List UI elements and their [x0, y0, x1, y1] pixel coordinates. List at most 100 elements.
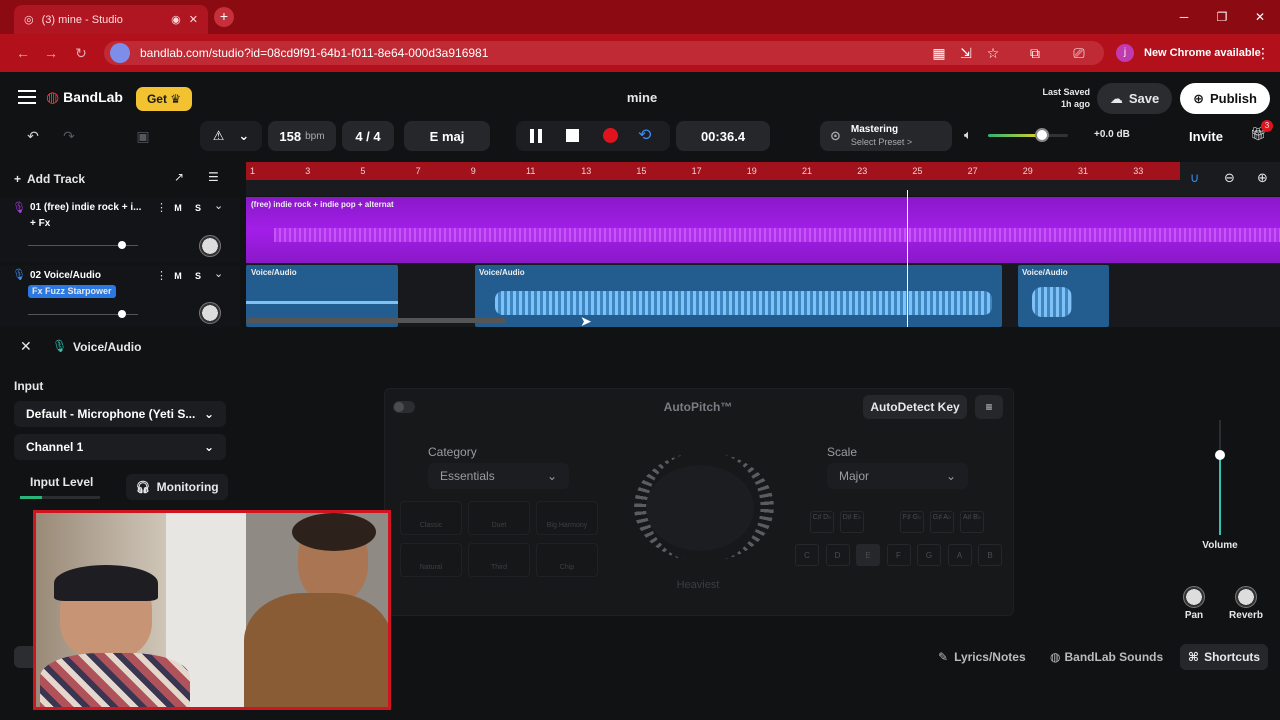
- pause-icon[interactable]: [530, 129, 542, 143]
- track-2-name[interactable]: 02 Voice/Audio: [30, 270, 101, 281]
- cast-icon[interactable]: ⎚: [1070, 44, 1088, 62]
- time-signature-field[interactable]: 4 / 4: [342, 121, 394, 151]
- window-close-icon[interactable]: ✕: [1250, 7, 1270, 27]
- mixer-icon[interactable]: ☰: [208, 170, 219, 184]
- publish-button[interactable]: ⊕ Publish: [1180, 83, 1270, 114]
- automation-icon[interactable]: ↗: [174, 170, 184, 184]
- note-button-top[interactable]: A♯ B♭: [960, 511, 984, 533]
- reverb-knob[interactable]: [1235, 586, 1257, 608]
- stop-icon[interactable]: [566, 129, 579, 142]
- new-chrome-available[interactable]: New Chrome available: [1144, 41, 1261, 65]
- track-1-pan-knob[interactable]: [199, 235, 221, 257]
- track-1-clip[interactable]: [246, 197, 1280, 263]
- browser-menu-icon[interactable]: ⋮: [1254, 44, 1272, 62]
- horizontal-scrollbar[interactable]: [246, 318, 506, 323]
- browser-tab[interactable]: ◎ (3) mine - Studio ◉ ✕: [14, 5, 208, 34]
- track-1-more-icon[interactable]: ⋮: [156, 201, 167, 214]
- chevron-down-icon[interactable]: ⌄: [238, 128, 249, 144]
- reader-icon[interactable]: ▦: [930, 44, 948, 62]
- key-field[interactable]: E maj: [404, 121, 490, 151]
- tab-close-icon[interactable]: ✕: [189, 13, 198, 26]
- voice-clip-2[interactable]: [475, 265, 1002, 327]
- close-editor-icon[interactable]: ✕: [20, 338, 32, 355]
- minimize-icon[interactable]: ─: [1174, 7, 1194, 27]
- category-select[interactable]: Essentials ⌄: [428, 463, 569, 489]
- shortcuts-button[interactable]: ⌘ Shortcuts: [1180, 644, 1268, 670]
- track-1-volume-thumb[interactable]: [117, 241, 126, 249]
- undo-icon[interactable]: ↶: [18, 121, 48, 151]
- track-1-mute[interactable]: M: [170, 201, 186, 215]
- url-input[interactable]: bandlab.com/studio?id=08cd9f91-64b1-f011…: [104, 41, 1104, 65]
- track-2-volume-thumb[interactable]: [117, 310, 126, 318]
- track-2-expand-icon[interactable]: ⌄: [214, 267, 223, 280]
- master-volume-slider[interactable]: [988, 134, 1068, 137]
- project-title[interactable]: mine: [600, 90, 684, 105]
- preset-duet[interactable]: Duet: [468, 501, 530, 535]
- preset-third[interactable]: Third: [468, 543, 530, 577]
- note-button-c[interactable]: C: [795, 544, 819, 566]
- strength-knob[interactable]: [646, 465, 754, 551]
- track-1-name[interactable]: 01 (free) indie rock + i...: [30, 202, 148, 213]
- input-device-select[interactable]: Default - Microphone (Yeti S... ⌄: [14, 401, 226, 427]
- preset-natural[interactable]: Natural: [400, 543, 462, 577]
- tempo-field[interactable]: 158 bpm: [268, 121, 336, 151]
- note-button-e[interactable]: E: [856, 544, 880, 566]
- new-tab-button[interactable]: +: [214, 7, 234, 27]
- site-info-icon[interactable]: [110, 43, 130, 63]
- bandlab-sounds-button[interactable]: ◍ BandLab Sounds: [1050, 650, 1163, 664]
- track-2-mute[interactable]: M: [170, 269, 186, 283]
- note-button-top[interactable]: F♯ G♭: [900, 511, 924, 533]
- track-1-fx[interactable]: + Fx: [30, 218, 50, 229]
- menu-icon[interactable]: [18, 90, 36, 92]
- reload-icon[interactable]: ↻: [72, 44, 90, 62]
- track-1-expand-icon[interactable]: ⌄: [214, 199, 223, 212]
- preset-classic[interactable]: Classic: [400, 501, 462, 535]
- zoom-in-icon[interactable]: ⊕: [1257, 170, 1268, 186]
- get-membership-button[interactable]: Get ♛: [136, 87, 192, 111]
- speaker-icon[interactable]: 🔈︎: [964, 127, 972, 143]
- extensions-icon[interactable]: ⧉: [1026, 44, 1044, 62]
- redo-icon[interactable]: ↷: [54, 121, 84, 151]
- track-2-more-icon[interactable]: ⋮: [156, 269, 167, 282]
- metronome-control[interactable]: ⚠ ⌄: [200, 121, 262, 151]
- maximize-icon[interactable]: ❐: [1212, 7, 1232, 27]
- master-volume-thumb[interactable]: [1034, 128, 1049, 142]
- playhead[interactable]: [907, 190, 908, 327]
- snap-magnet-icon[interactable]: ∪: [1190, 170, 1200, 186]
- install-icon[interactable]: ⇲: [957, 44, 975, 62]
- note-button-top[interactable]: D♯ E♭: [840, 511, 864, 533]
- preset-chip[interactable]: Chip: [536, 543, 598, 577]
- note-button-d[interactable]: D: [825, 544, 850, 566]
- zoom-out-icon[interactable]: ⊖: [1224, 170, 1235, 186]
- scale-select[interactable]: Major ⌄: [827, 463, 968, 489]
- loop-icon[interactable]: ⟲: [638, 125, 651, 145]
- track-2-fx[interactable]: Fx Fuzz Starpower: [28, 285, 116, 298]
- record-icon[interactable]: [603, 128, 618, 143]
- bandlab-logo[interactable]: ◍ BandLab: [46, 88, 123, 106]
- autodetect-key-button[interactable]: AutoDetect Key: [863, 395, 967, 419]
- note-button-g[interactable]: G: [917, 544, 941, 566]
- save-button[interactable]: ☁ Save: [1097, 83, 1172, 114]
- back-icon[interactable]: ←: [14, 44, 32, 62]
- preset-big-harmony[interactable]: Big Harmony: [536, 501, 598, 535]
- note-button-top[interactable]: G♯ A♭: [930, 511, 954, 533]
- volume-fader-thumb[interactable]: [1215, 450, 1225, 460]
- note-button-top[interactable]: C♯ D♭: [810, 511, 834, 533]
- track-2-solo[interactable]: S: [190, 269, 206, 283]
- metronome-icon[interactable]: ⚠: [213, 128, 225, 144]
- save-version-icon[interactable]: ▣: [128, 121, 158, 151]
- autopitch-toggle[interactable]: [393, 401, 415, 413]
- monitoring-button[interactable]: 🎧︎ Monitoring: [126, 474, 228, 500]
- note-button-f[interactable]: F: [886, 544, 911, 566]
- track-1-solo[interactable]: S: [190, 201, 206, 215]
- forward-icon[interactable]: →: [42, 44, 60, 62]
- bookmark-star-icon[interactable]: ☆: [984, 44, 1002, 62]
- profile-avatar[interactable]: j: [1116, 44, 1134, 62]
- settings-sliders-icon[interactable]: ≡: [975, 395, 1003, 419]
- lyrics-notes-button[interactable]: ✎ Lyrics/Notes: [938, 650, 1026, 664]
- note-button-b[interactable]: B: [978, 544, 1002, 566]
- invite-button[interactable]: Invite: [1182, 121, 1230, 151]
- add-track-button[interactable]: + Add Track: [14, 168, 85, 190]
- timeline-ruler[interactable]: [246, 162, 1180, 180]
- mastering-button[interactable]: ⊙ Mastering Select Preset >: [820, 121, 952, 151]
